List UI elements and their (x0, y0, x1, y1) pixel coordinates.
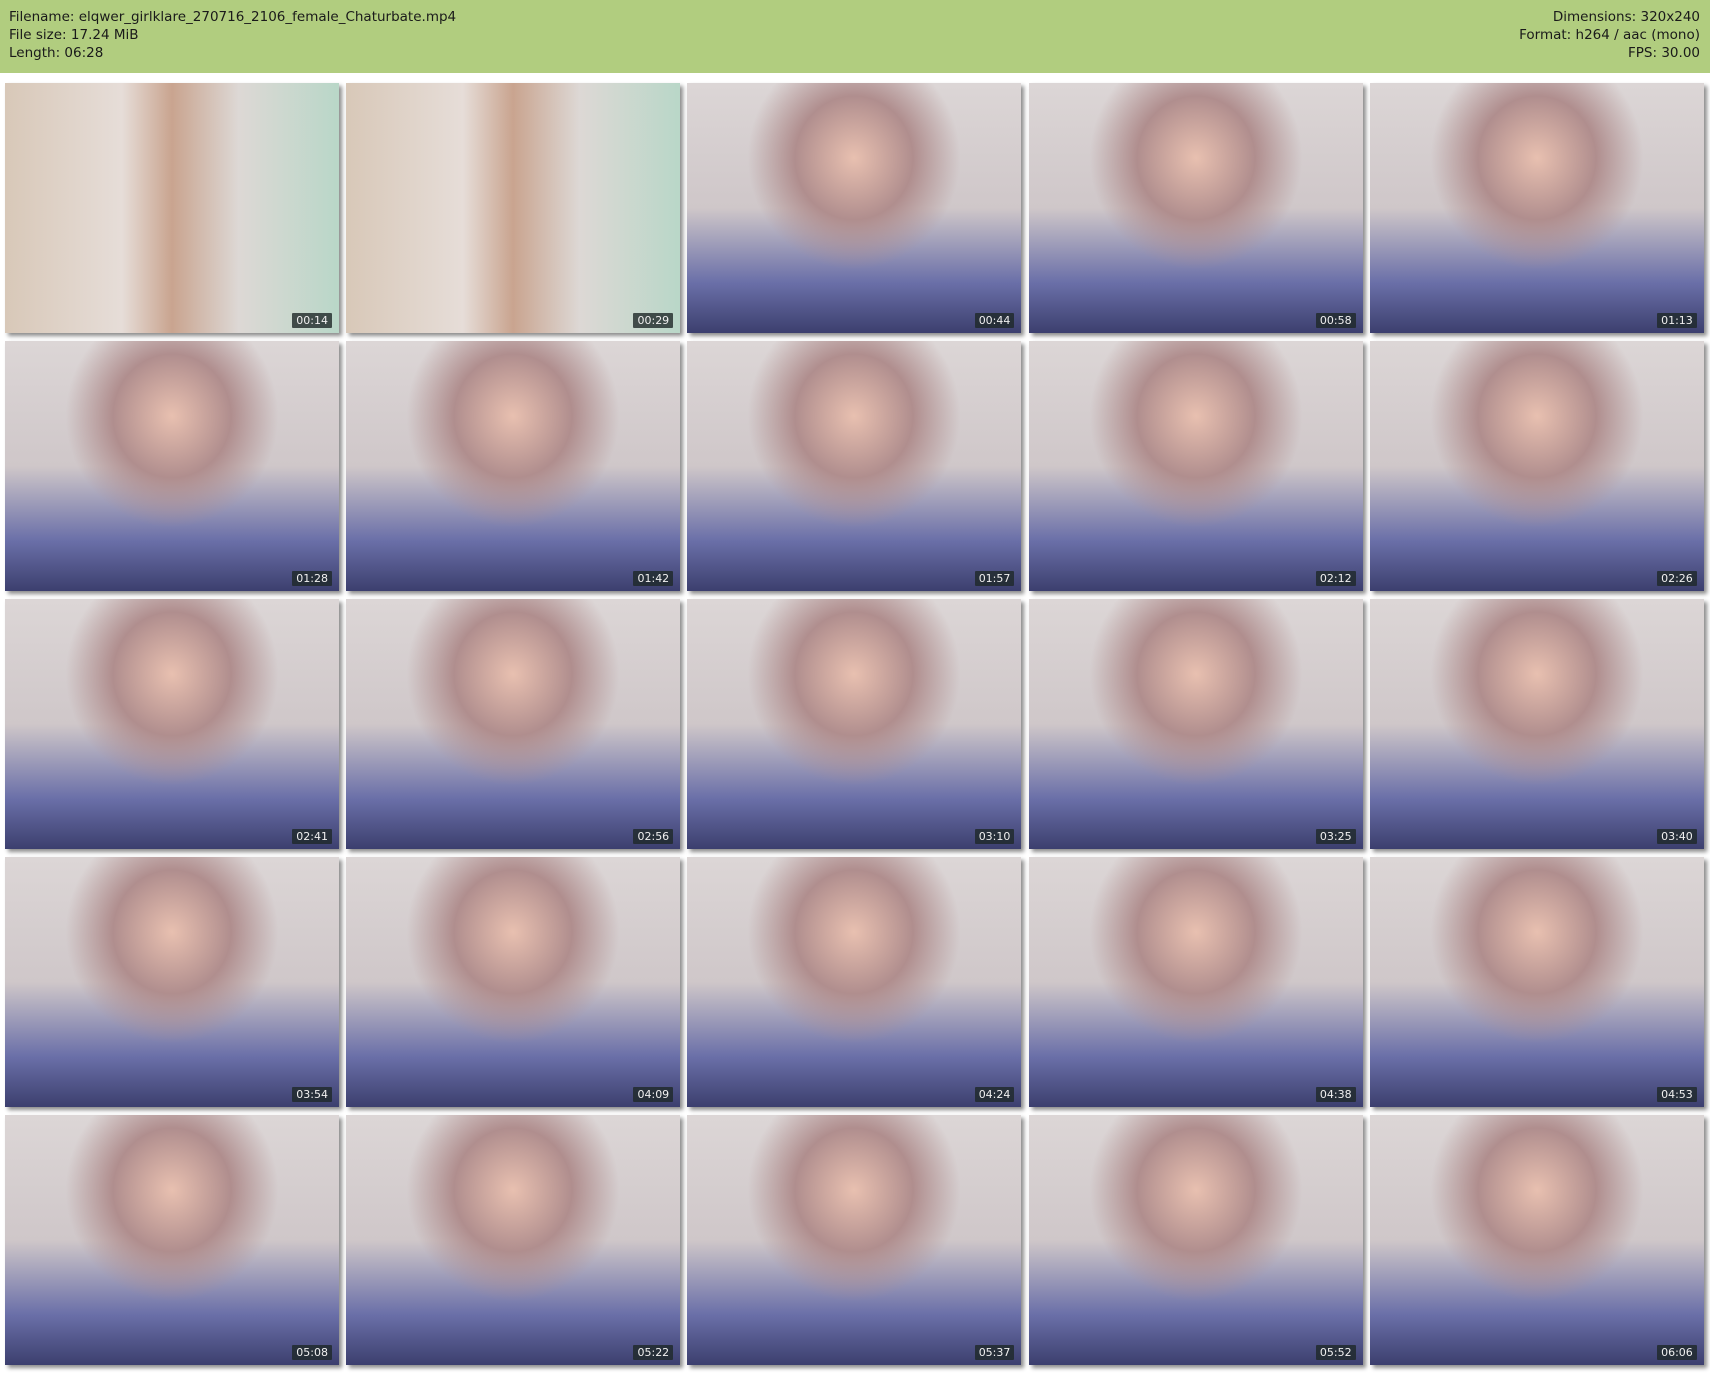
video-thumbnail[interactable]: 04:53 (1369, 857, 1704, 1107)
video-thumbnail[interactable]: 05:37 (687, 1115, 1022, 1365)
timestamp-label: 04:38 (1315, 1087, 1356, 1102)
video-thumbnail[interactable]: 03:40 (1369, 599, 1704, 849)
timestamp-label: 00:14 (292, 313, 332, 328)
video-thumbnail[interactable]: 06:06 (1369, 1115, 1704, 1365)
video-thumbnail[interactable]: 01:28 (5, 341, 339, 591)
timestamp-label: 03:54 (292, 1087, 332, 1102)
video-thumbnail[interactable]: 03:25 (1028, 599, 1363, 849)
thumbnail-image (687, 341, 1022, 591)
thumbnail-image (1369, 857, 1704, 1107)
video-thumbnail[interactable]: 02:26 (1369, 341, 1704, 591)
thumbnail-image (346, 1115, 681, 1365)
thumbnail-image (687, 857, 1022, 1107)
timestamp-label: 03:10 (974, 829, 1015, 844)
video-thumbnail[interactable]: 04:38 (1028, 857, 1363, 1107)
video-thumbnail[interactable]: 02:12 (1028, 341, 1363, 591)
video-thumbnail[interactable]: 02:41 (5, 599, 339, 849)
thumbnail-image (1028, 1115, 1363, 1365)
thumbnail-image (346, 83, 681, 333)
video-thumbnail[interactable]: 05:52 (1028, 1115, 1363, 1365)
thumbnail-image (5, 857, 339, 1107)
timestamp-label: 05:37 (974, 1345, 1015, 1360)
video-thumbnail[interactable]: 05:08 (5, 1115, 339, 1365)
video-thumbnail[interactable]: 04:24 (687, 857, 1022, 1107)
thumbnail-image (1369, 599, 1704, 849)
file-info-right: Dimensions: 320x240 Format: h264 / aac (… (1519, 8, 1700, 62)
fps-label: FPS: 30.00 (1628, 45, 1700, 61)
thumbnail-image (5, 1115, 339, 1365)
timestamp-label: 02:41 (292, 829, 332, 844)
video-thumbnail[interactable]: 00:14 (5, 83, 339, 333)
video-thumbnail[interactable]: 00:44 (687, 83, 1022, 333)
video-thumbnail[interactable]: 01:42 (346, 341, 681, 591)
thumbnail-image (1369, 341, 1704, 591)
video-thumbnail[interactable]: 01:13 (1369, 83, 1704, 333)
thumbnail-image (1369, 83, 1704, 333)
timestamp-label: 02:12 (1315, 571, 1356, 586)
thumbnail-image (687, 1115, 1022, 1365)
timestamp-label: 03:40 (1657, 829, 1697, 844)
video-thumbnail[interactable]: 03:54 (5, 857, 339, 1107)
dimensions-label: Dimensions: 320x240 (1552, 9, 1700, 25)
timestamp-label: 04:09 (633, 1087, 674, 1102)
thumbnail-image (1369, 1115, 1704, 1365)
file-info-left: Filename: elqwer_girlklare_270716_2106_f… (9, 8, 456, 62)
thumbnail-image (346, 599, 681, 849)
video-thumbnail[interactable]: 03:10 (687, 599, 1022, 849)
format-label: Format: h264 / aac (mono) (1519, 27, 1700, 43)
timestamp-label: 06:06 (1657, 1345, 1697, 1360)
timestamp-label: 01:28 (292, 571, 332, 586)
timestamp-label: 05:52 (1315, 1345, 1356, 1360)
thumbnail-image (1028, 599, 1363, 849)
timestamp-label: 05:22 (633, 1345, 674, 1360)
timestamp-label: 00:29 (633, 313, 674, 328)
timestamp-label: 00:58 (1315, 313, 1356, 328)
thumbnail-image (5, 599, 339, 849)
thumbnail-image (1028, 341, 1363, 591)
video-thumbnail[interactable]: 05:22 (346, 1115, 681, 1365)
thumbnail-image (346, 857, 681, 1107)
video-thumbnail[interactable]: 00:29 (346, 83, 681, 333)
thumbnail-image (687, 599, 1022, 849)
thumbnail-image (346, 341, 681, 591)
video-thumbnail[interactable]: 00:58 (1028, 83, 1363, 333)
timestamp-label: 01:13 (1657, 313, 1697, 328)
timestamp-label: 05:08 (292, 1345, 332, 1360)
timestamp-label: 04:24 (974, 1087, 1015, 1102)
thumbnail-image (5, 83, 339, 333)
thumbnail-image (5, 341, 339, 591)
video-thumbnail[interactable]: 02:56 (346, 599, 681, 849)
timestamp-label: 02:56 (633, 829, 674, 844)
length-label: Length: 06:28 (9, 45, 104, 61)
file-size-label: File size: 17.24 MiB (9, 27, 139, 43)
timestamp-label: 01:42 (633, 571, 674, 586)
timestamp-label: 02:26 (1657, 571, 1697, 586)
timestamp-label: 04:53 (1657, 1087, 1697, 1102)
video-thumbnail[interactable]: 04:09 (346, 857, 681, 1107)
thumbnail-image (687, 83, 1022, 333)
video-thumbnail[interactable]: 01:57 (687, 341, 1022, 591)
timestamp-label: 01:57 (974, 571, 1015, 586)
timestamp-label: 03:25 (1315, 829, 1356, 844)
thumbnail-image (1028, 83, 1363, 333)
timestamp-label: 00:44 (974, 313, 1015, 328)
thumbnail-image (1028, 857, 1363, 1107)
file-info-header: Filename: elqwer_girlklare_270716_2106_f… (0, 0, 1710, 73)
filename-label: Filename: elqwer_girlklare_270716_2106_f… (9, 9, 457, 25)
